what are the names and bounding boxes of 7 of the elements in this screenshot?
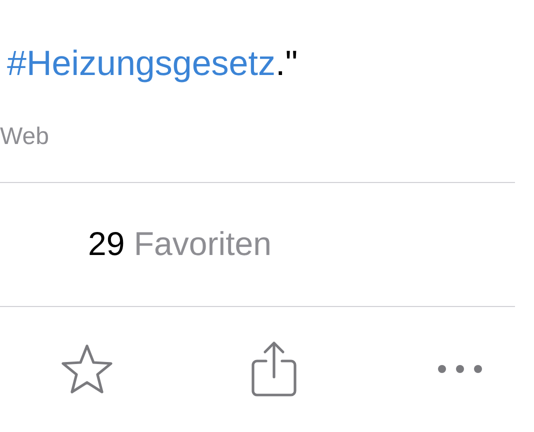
hashtag-link[interactable]: #Heizungsgesetz xyxy=(7,44,276,83)
source-label: Web xyxy=(0,122,49,152)
share-icon[interactable] xyxy=(251,341,297,397)
star-icon[interactable] xyxy=(60,343,114,395)
tweet-text: #Heizungsgesetz." xyxy=(7,43,298,85)
favorites-count[interactable]: 29 Favoriten xyxy=(88,224,272,264)
more-icon[interactable] xyxy=(437,364,483,374)
